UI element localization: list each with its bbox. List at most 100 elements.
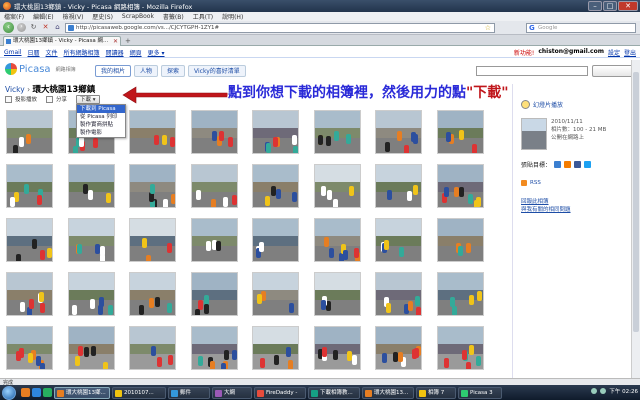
slideshow-button[interactable]: 投影播放 [15,95,37,103]
photo-thumbnail[interactable] [190,110,238,154]
menu-make-collage[interactable]: 製作實商拼貼 [77,121,125,129]
new-features-link[interactable]: 新功能! [514,48,534,57]
photo-thumbnail[interactable] [6,110,53,154]
tab-explore[interactable]: 探索 [161,65,186,77]
photo-thumbnail[interactable] [252,110,299,154]
rss-link[interactable]: RSS [521,180,541,186]
photo-thumbnail[interactable] [313,110,361,154]
tab-my-photos[interactable]: 我的相片 [95,65,132,77]
task-folder[interactable]: 2010107... [112,386,166,399]
share-facebook-icon[interactable] [574,161,582,168]
menu-bookmarks[interactable]: 書籤(B) [163,12,184,21]
share-buzz-icon[interactable] [564,161,572,168]
back-button[interactable]: ‹ [3,22,14,33]
forward-button[interactable]: › [17,23,26,32]
photo-thumbnail[interactable] [375,272,422,316]
stop-icon[interactable]: ✕ [41,23,50,32]
home-icon[interactable]: ⌂ [53,23,62,32]
photo-thumbnail[interactable] [375,164,422,208]
photo-thumbnail[interactable] [6,164,53,208]
photo-thumbnail[interactable] [313,326,361,370]
menu-edit[interactable]: 編輯(E) [33,12,53,21]
photo-thumbnail[interactable] [67,272,115,316]
gbar-link-albums[interactable]: 所有網路相簿 [64,48,100,57]
picasa-search-button[interactable] [592,65,636,77]
menu-tools[interactable]: 工具(T) [193,12,213,21]
photo-thumbnail[interactable] [252,326,299,370]
photo-thumbnail[interactable] [436,272,484,316]
photo-thumbnail[interactable] [67,164,115,208]
picasa-search-input[interactable] [476,66,588,76]
gbar-link-calendar[interactable]: 日曆 [28,48,40,57]
photo-thumbnail[interactable] [375,218,422,262]
photo-thumbnail[interactable] [375,110,422,154]
bookmark-star-icon[interactable]: ☆ [485,24,491,33]
photo-thumbnail[interactable] [190,326,238,370]
photo-thumbnail[interactable] [190,164,238,208]
share-icon[interactable] [46,95,54,103]
photo-thumbnail[interactable] [129,326,176,370]
menu-file[interactable]: 檔案(F) [4,12,24,21]
photo-thumbnail[interactable] [375,326,422,370]
tab-active[interactable]: 環大桃園13鄉鎮 - Vicky - Picasa 網... ✕ [3,36,121,46]
task-firedaddy[interactable]: FireDaddy - [254,386,306,399]
menu-print-from-picasa[interactable]: 從 Picasa 列印 [77,113,125,121]
download-button[interactable]: 下載 ▾ [76,94,100,104]
photo-thumbnail[interactable] [252,272,299,316]
menu-help[interactable]: 說明(H) [222,12,243,21]
reload-icon[interactable]: ↻ [29,23,38,32]
photo-thumbnail[interactable] [67,218,115,262]
report-album-link[interactable]: 回報此相簿 [521,198,571,206]
task-firefox[interactable]: 環大桃園13鄉... [54,386,110,399]
photo-thumbnail[interactable] [6,272,53,316]
search-box[interactable]: G Google [526,22,636,33]
menu-download-to-picasa[interactable]: 下載到 Picasa [77,105,125,113]
photo-thumbnail[interactable] [129,110,176,154]
photo-thumbnail[interactable] [436,164,484,208]
tray-network-icon[interactable] [591,388,598,394]
scrollbar-thumb[interactable] [633,72,639,332]
maximize-button[interactable]: □ [603,1,617,11]
photo-thumbnail[interactable] [313,218,361,262]
menu-scrapbook[interactable]: ScrapBook [122,13,154,20]
photo-thumbnail[interactable] [436,110,484,154]
tab-people[interactable]: 人物 [134,65,159,77]
task-album7[interactable]: 相簿 7 [416,386,456,399]
photo-thumbnail[interactable] [252,218,299,262]
start-button[interactable] [2,385,16,400]
task-web[interactable]: 大網 [212,386,252,399]
breadcrumb-owner[interactable]: Vicky [5,85,25,94]
gbar-link-more[interactable]: 更多 ▾ [148,48,165,57]
gbar-link-reader[interactable]: 閱讀器 [106,48,124,57]
task-tutorial[interactable]: 下載相簿教... [308,386,360,399]
tray-volume-icon[interactable] [600,388,607,394]
quicklaunch-firefox-icon[interactable] [21,388,30,397]
share-blogger-icon[interactable] [554,161,562,168]
slideshow-icon[interactable] [5,95,12,103]
photo-thumbnail[interactable] [190,272,238,316]
signout-link[interactable]: 登出 [624,48,636,57]
page-scrollbar[interactable] [631,60,640,378]
task-album[interactable]: 環大桃園13... [362,386,414,399]
tab-favorites[interactable]: Vicky的喜好清單 [188,65,246,77]
photo-thumbnail[interactable] [252,164,299,208]
photo-thumbnail[interactable] [129,218,176,262]
photo-thumbnail[interactable] [6,326,53,370]
photo-thumbnail[interactable] [436,218,484,262]
quicklaunch-ie-icon[interactable] [32,388,41,397]
quicklaunch-app-icon[interactable] [43,388,52,397]
photo-thumbnail[interactable] [436,326,484,370]
related-issue-link[interactable]: 與我有關的相同問題 [521,206,571,214]
menu-history[interactable]: 歷史(S) [92,12,113,21]
tab-close-icon[interactable]: ✕ [113,37,118,46]
photo-thumbnail[interactable] [190,218,238,262]
photo-thumbnail[interactable] [6,218,53,262]
menu-make-movie[interactable]: 製作電影 [77,129,125,137]
picasa-logo[interactable]: Picasa 網路相簿 [5,63,76,75]
menu-view[interactable]: 檢視(V) [63,12,84,21]
share-twitter-icon[interactable] [584,161,592,168]
share-button[interactable]: 分享 [56,95,67,103]
settings-link[interactable]: 設定 [608,48,620,57]
close-button[interactable]: ✕ [618,1,638,11]
gbar-link-docs[interactable]: 文件 [46,48,58,57]
